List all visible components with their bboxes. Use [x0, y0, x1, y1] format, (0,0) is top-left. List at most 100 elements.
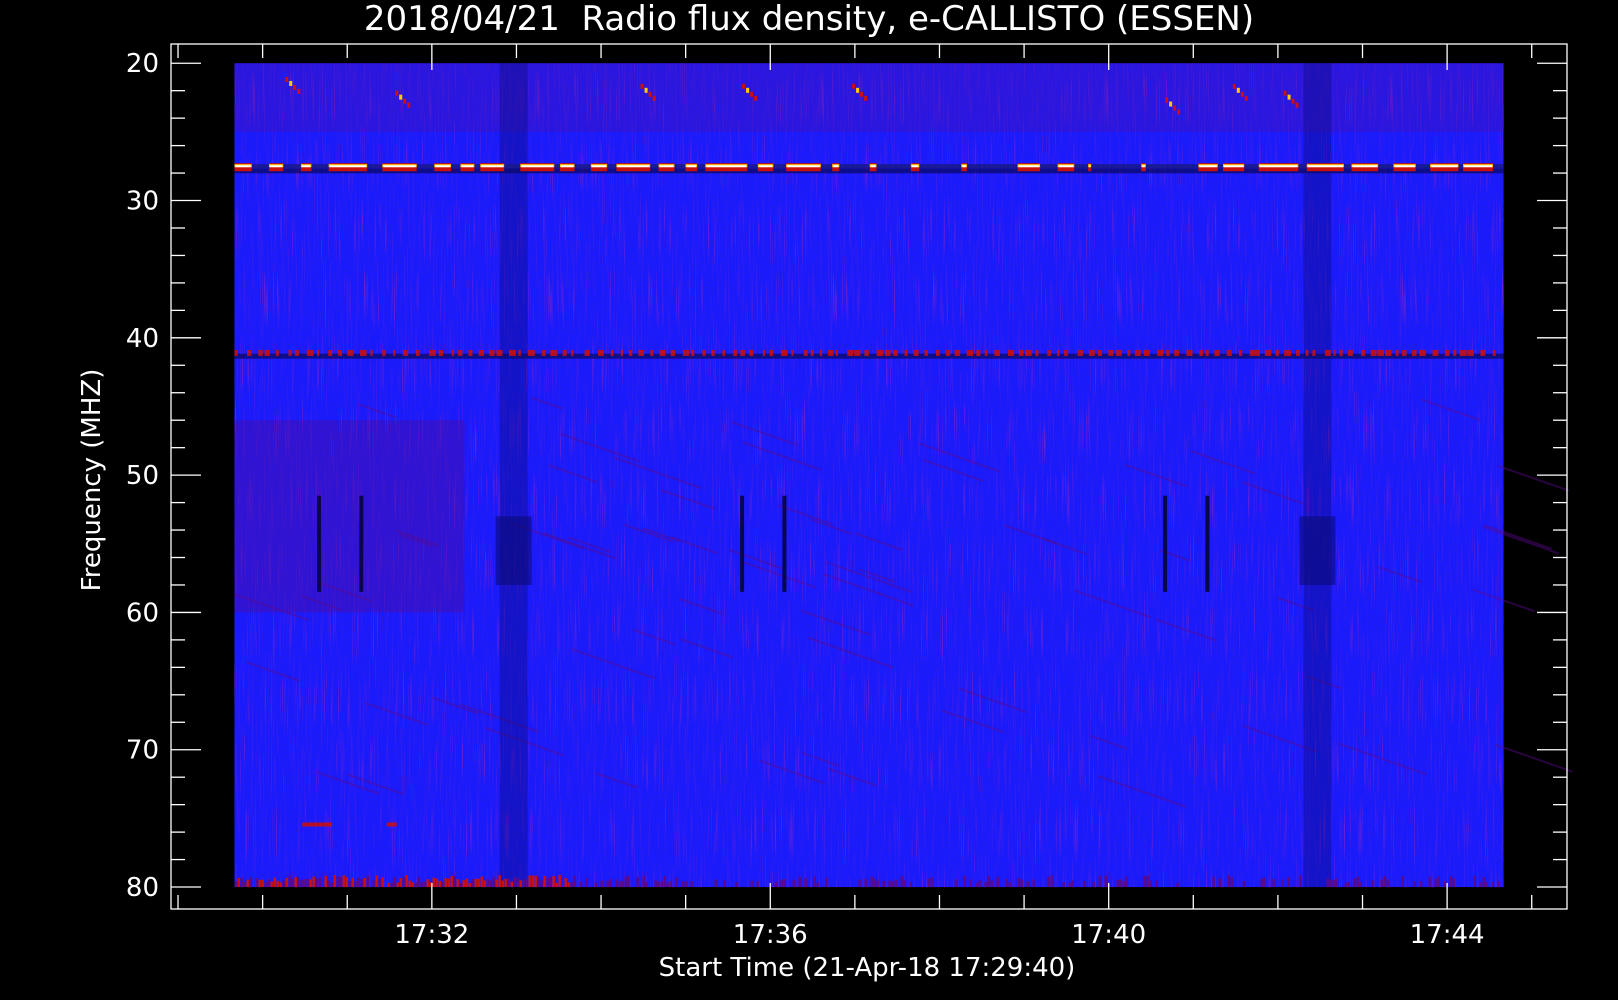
- rfi-segment: [1325, 349, 1331, 356]
- bottom-emission-bar: [534, 875, 537, 888]
- bottom-emission-bar: [456, 879, 459, 888]
- rfi-segment: [1214, 349, 1220, 356]
- bottom-emission-bar: [1449, 876, 1452, 888]
- rfi-segment: [288, 349, 292, 356]
- burst-mark: [399, 94, 403, 100]
- rfi-segment: [769, 349, 773, 356]
- burst-mark: [1232, 83, 1236, 89]
- bottom-emission-bar: [453, 875, 456, 888]
- bottom-emission-bar: [1104, 875, 1107, 888]
- bottom-emission-bar: [660, 881, 663, 888]
- bottom-emission-bar: [675, 877, 678, 888]
- bottom-emission-bar: [1218, 878, 1221, 888]
- bottom-emission-bar: [903, 879, 906, 888]
- bottom-emission-bar: [1116, 879, 1119, 888]
- rfi-segment: [740, 349, 745, 356]
- bottom-emission-bar: [1098, 875, 1101, 888]
- rfi-segment: [1395, 349, 1399, 356]
- dark-patch: [1299, 516, 1336, 585]
- bottom-emission-bar: [351, 877, 354, 888]
- y-axis-label: Frequency (MHZ): [77, 369, 107, 592]
- burst-mark: [1295, 102, 1299, 108]
- bottom-emission-bar: [1032, 879, 1035, 888]
- rfi-segment: [1492, 349, 1496, 356]
- bottom-emission-bar: [444, 878, 447, 888]
- rfi-segment: [402, 349, 409, 356]
- bottom-emission-bar: [756, 881, 759, 888]
- burst-mark: [285, 76, 289, 82]
- rfi-peak: [617, 165, 650, 168]
- bottom-emission-bar: [303, 878, 306, 888]
- bottom-emission-bar: [330, 882, 333, 888]
- bottom-emission-bar: [459, 882, 462, 888]
- rfi-segment: [1453, 349, 1457, 356]
- bottom-emission-bar: [294, 877, 297, 888]
- bottom-emission-bar: [681, 881, 684, 888]
- bottom-emission-bar: [1326, 878, 1329, 888]
- bottom-emission-bar: [723, 880, 726, 888]
- bottom-emission-bar: [288, 875, 291, 888]
- bottom-emission-bar: [300, 879, 303, 888]
- bottom-emission-bar: [357, 877, 360, 888]
- rfi-segment: [1256, 349, 1260, 356]
- bottom-emission-bar: [1371, 880, 1374, 888]
- bottom-emission-bar: [516, 877, 519, 888]
- rfi-segment: [884, 349, 891, 356]
- rfi-peak: [235, 165, 251, 168]
- bottom-emission-bar: [402, 876, 405, 888]
- rfi-segment: [1401, 349, 1407, 356]
- bottom-emission-bar: [1143, 875, 1146, 888]
- rfi-segment: [451, 349, 454, 356]
- rfi-peak: [962, 165, 966, 168]
- dark-stripe: [740, 495, 745, 592]
- rfi-segment: [1226, 349, 1232, 356]
- bottom-emission-bar: [501, 880, 504, 888]
- bottom-emission-bar: [1026, 881, 1029, 888]
- bottom-emission-bar: [1332, 880, 1335, 888]
- bottom-emission-bar: [564, 878, 567, 888]
- rfi-segment: [276, 349, 279, 356]
- rfi-segment: [691, 349, 695, 356]
- rfi-segment: [1459, 349, 1467, 356]
- bottom-emission-bar: [411, 882, 414, 888]
- burst-mark: [644, 87, 648, 93]
- bottom-emission-bar: [1380, 879, 1383, 888]
- bottom-emission-bar: [1146, 875, 1149, 888]
- bottom-emission-bar: [627, 875, 630, 888]
- x-axis-label: Start Time (21-Apr-18 17:29:40): [659, 953, 1076, 983]
- rfi-segment: [562, 349, 567, 356]
- rfi-segment: [659, 349, 666, 356]
- bottom-emission-bar: [888, 880, 891, 888]
- rfi-peak: [1142, 165, 1145, 168]
- bottom-emission-bar: [816, 882, 819, 888]
- bottom-emission-bar: [495, 879, 498, 888]
- rfi-segment: [762, 349, 766, 356]
- rfi-segment: [670, 349, 676, 356]
- rfi-segment: [1377, 349, 1385, 356]
- bottom-emission-bar: [1329, 879, 1332, 888]
- bottom-emission-bar: [1299, 875, 1302, 888]
- rfi-segment: [1284, 349, 1291, 356]
- rfi-peak: [269, 165, 283, 168]
- bottom-emission-bar: [291, 879, 294, 888]
- bottom-emission-bar: [408, 880, 411, 888]
- bottom-emission-bar: [234, 881, 237, 888]
- rfi-segment: [1370, 349, 1377, 356]
- rfi-peak: [1089, 165, 1091, 168]
- bottom-emission-bar: [489, 880, 492, 888]
- x-tick-label: 17:36: [733, 920, 808, 950]
- bottom-emission-bar: [1335, 878, 1338, 888]
- bottom-emission-bar: [669, 881, 672, 888]
- bottom-emission-bar: [606, 881, 609, 888]
- bottom-emission-bar: [558, 875, 561, 888]
- bottom-emission-bar: [240, 877, 243, 888]
- rfi-segment: [1108, 349, 1114, 356]
- bottom-emission-bar: [468, 883, 471, 888]
- burst-mark: [1165, 97, 1169, 103]
- bottom-emission-bar: [1428, 876, 1431, 888]
- x-tick-label: 17:44: [1410, 920, 1485, 950]
- bottom-emission-bar: [531, 875, 534, 888]
- bottom-emission-bar: [1413, 881, 1416, 888]
- bottom-emission-bar: [1212, 876, 1215, 888]
- bottom-emission-bar: [1419, 881, 1422, 888]
